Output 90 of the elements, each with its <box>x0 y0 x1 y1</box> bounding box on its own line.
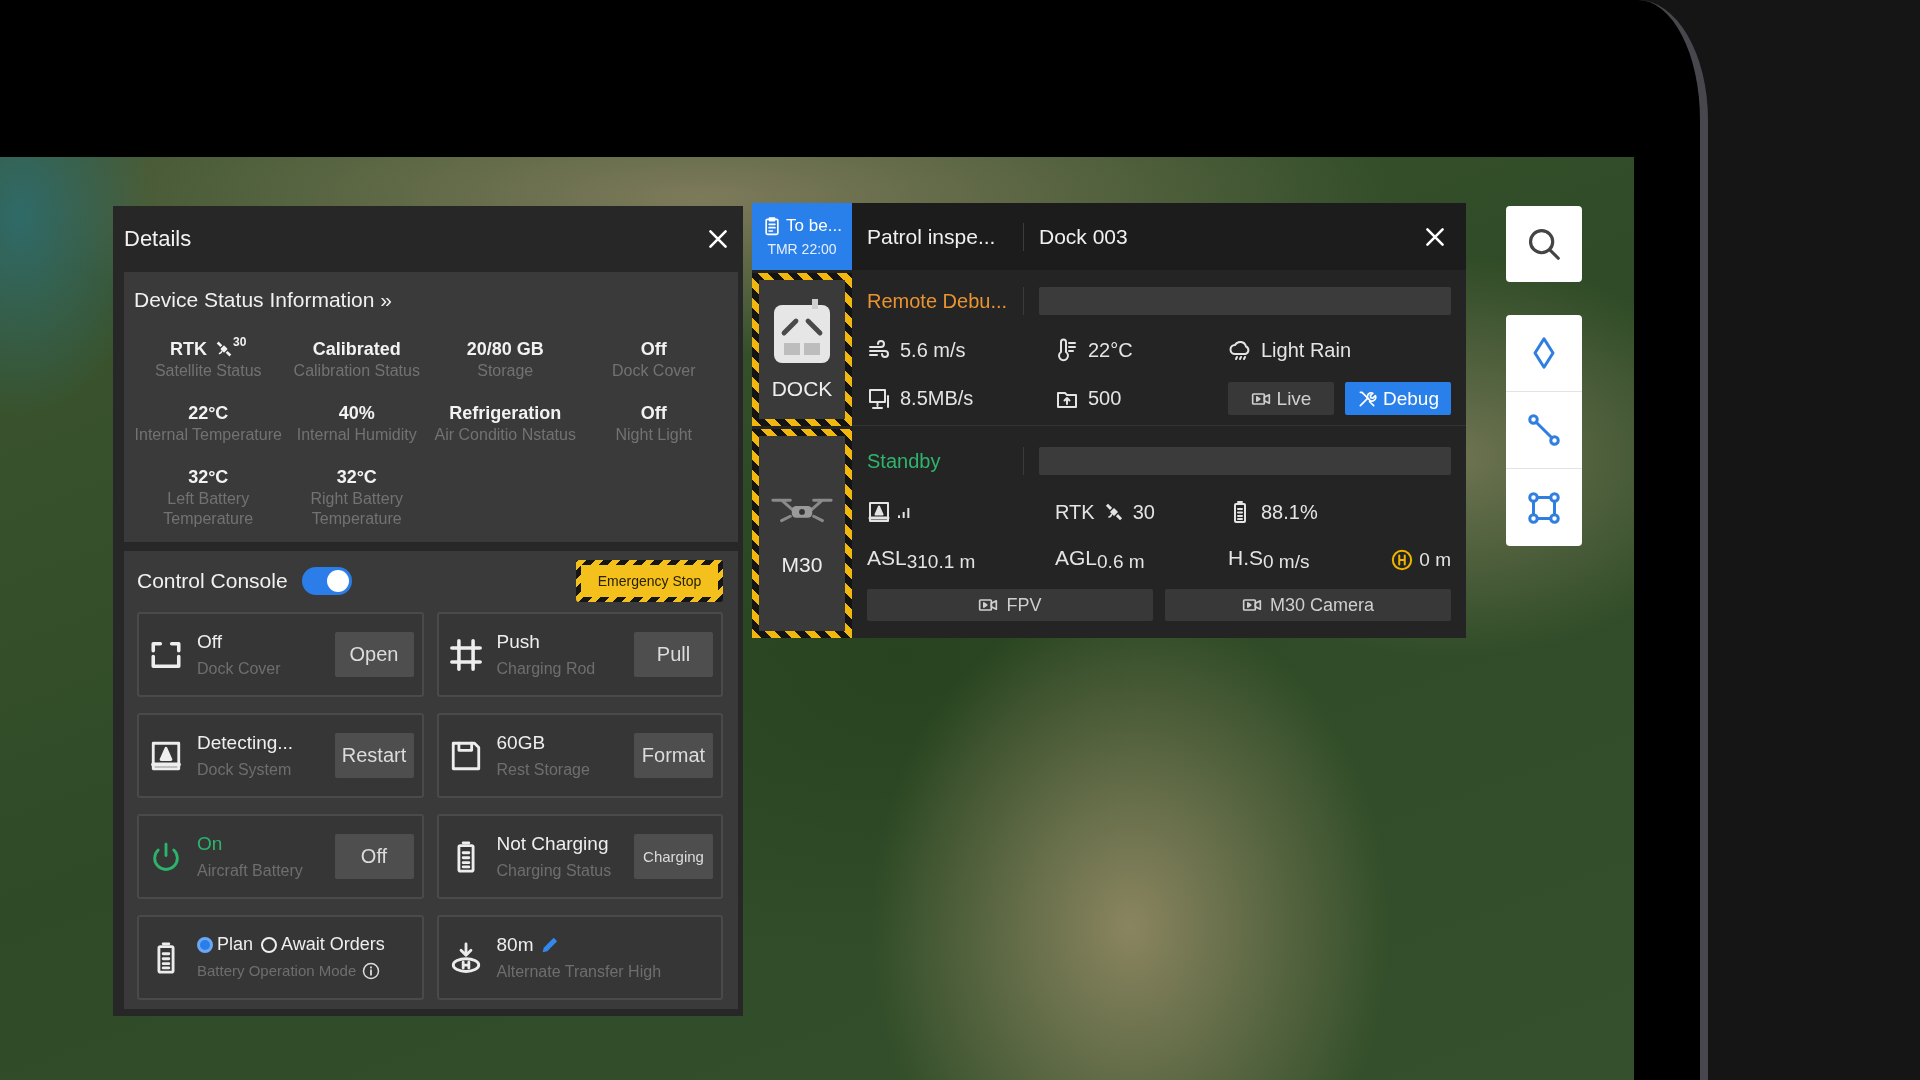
status-label: Satellite Status <box>154 361 262 381</box>
radio-icon[interactable] <box>197 936 213 953</box>
status-label: Air Conditio Nstatus <box>434 425 576 445</box>
rtk-label: RTK <box>1055 500 1095 524</box>
card-value: Not Charging <box>496 832 610 855</box>
metric-value: 8.5MB/s <box>900 387 974 410</box>
status-label: Storage <box>477 361 534 381</box>
satellite-icon <box>215 340 234 358</box>
action-button[interactable]: Open <box>334 632 414 677</box>
action-button[interactable]: Format <box>634 733 713 778</box>
satellite-count: 30 <box>233 335 247 349</box>
battery-level: 88.1% <box>1261 500 1318 524</box>
status-label: Dock Cover <box>611 361 696 381</box>
status-value: Calibrated <box>312 338 401 360</box>
dock-station-icon <box>772 298 832 365</box>
readout-value: 0.6 m <box>1097 551 1145 573</box>
device-type: M30 <box>781 553 823 577</box>
status-label: Internal Temperature <box>134 425 282 445</box>
readout-label: H.S <box>1228 546 1263 571</box>
search-button[interactable] <box>1506 206 1582 282</box>
device-status: Standby <box>867 449 942 473</box>
status-value: Off <box>640 402 667 424</box>
card-value: On <box>197 832 224 855</box>
action-button[interactable]: Restart <box>334 733 414 778</box>
readout-value: 0 m <box>1419 548 1451 571</box>
device-status: Remote Debu... <box>867 289 1009 313</box>
thermometer-icon <box>1055 338 1079 362</box>
task-badge[interactable]: To be... TMR 22:00 <box>752 203 852 270</box>
readout-label: ASL <box>867 546 907 571</box>
status-value: 32°C <box>188 466 229 488</box>
task-name: Patrol inspe... <box>867 224 997 249</box>
satellite-count: 30 <box>1132 500 1155 524</box>
card-label: Aircraft Battery <box>197 860 303 881</box>
card-label: Charging Rod <box>496 658 596 679</box>
readout-label: AGL <box>1055 546 1098 571</box>
action-button[interactable]: Pull <box>634 632 713 677</box>
card-label: Battery Operation Mode <box>197 961 357 981</box>
toggle-switch[interactable] <box>301 567 352 595</box>
live-button[interactable]: Live <box>1228 382 1334 415</box>
info-icon[interactable] <box>362 962 381 980</box>
home-point-icon <box>1391 548 1414 571</box>
card-label: Dock System <box>197 759 293 780</box>
card-value: Detecting... <box>197 731 294 754</box>
cloud-rain-icon <box>1228 338 1252 362</box>
hash-icon <box>448 637 483 672</box>
line-icon <box>1526 412 1562 448</box>
status-label: Left Battery Temperature <box>162 489 255 529</box>
section-title: Control Console <box>137 569 288 593</box>
task-status: To be... <box>786 216 842 236</box>
status-value: 40% <box>338 402 375 424</box>
status-label: Night Light <box>615 425 692 445</box>
action-button[interactable]: Charging <box>634 834 713 879</box>
readout-value: 0 m/s <box>1263 551 1310 573</box>
status-value: Refrigeration <box>449 402 562 424</box>
section-title[interactable]: Device Status Information » <box>134 288 728 312</box>
status-value: RTK <box>170 338 208 360</box>
device-name: Dock 003 <box>1039 224 1128 249</box>
aircraft-icon <box>867 500 891 524</box>
card-label: Dock Cover <box>197 658 281 679</box>
radio-option[interactable]: Plan <box>197 934 254 955</box>
card-value: 60GB <box>496 731 547 754</box>
status-label: Calibration Status <box>293 361 420 381</box>
action-button[interactable]: Off <box>334 834 414 879</box>
card-label: Rest Storage <box>496 759 590 780</box>
card-label: Alternate Transfer High <box>496 961 662 982</box>
monitor-icon <box>867 386 891 411</box>
status-label: Right Battery Temperature <box>309 489 404 529</box>
status-label: Internal Humidity <box>296 425 417 445</box>
panel-title: Details <box>124 226 192 252</box>
video-button[interactable]: M30 Camera <box>1165 589 1451 621</box>
satellite-icon <box>1103 502 1124 522</box>
debug-button[interactable]: Debug <box>1345 382 1451 415</box>
card-value: Push <box>496 630 541 653</box>
metric-value: 500 <box>1088 387 1122 410</box>
metric-value: 5.6 m/s <box>900 338 966 362</box>
readout-value: 310.1 m <box>906 551 976 573</box>
status-value: Off <box>640 338 667 360</box>
card-label: Charging Status <box>496 860 612 881</box>
video-button[interactable]: FPV <box>867 589 1153 621</box>
status-value: 22°C <box>188 402 229 424</box>
card-value: Off <box>197 630 223 653</box>
card-value: 80m <box>496 933 534 956</box>
status-value: 20/80 GB <box>466 338 544 360</box>
metric-value: Light Rain <box>1261 338 1352 362</box>
metric-value: 22°C <box>1088 338 1133 362</box>
task-time: TMR 22:00 <box>767 241 837 257</box>
status-value: 32°C <box>336 466 377 488</box>
device-type: DOCK <box>771 376 833 401</box>
radio-option[interactable]: Await Orders <box>261 934 385 955</box>
polygon-icon <box>1526 489 1562 526</box>
